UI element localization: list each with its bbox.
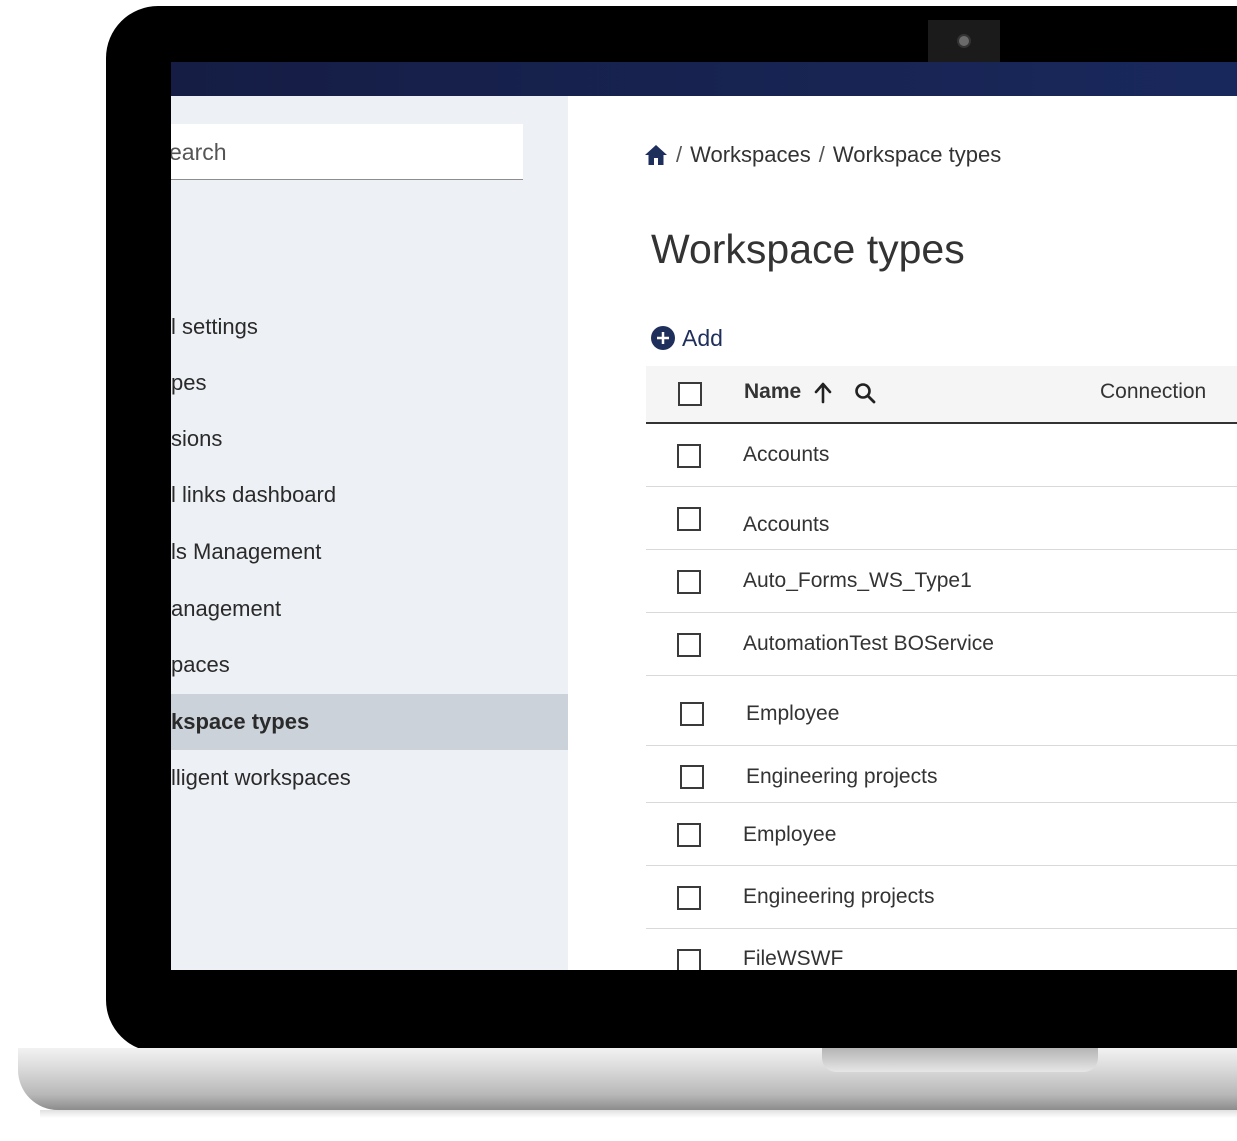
laptop-base-notch — [822, 1048, 1098, 1072]
breadcrumb-workspaces-link[interactable]: Workspaces — [690, 142, 811, 168]
row-checkbox[interactable] — [677, 949, 701, 970]
search-icon[interactable] — [854, 382, 876, 404]
select-all-checkbox[interactable] — [678, 382, 702, 406]
row-name[interactable]: Employee — [743, 823, 836, 847]
sidebar-item-general-settings[interactable]: l settings — [171, 299, 568, 355]
webcam — [928, 20, 1000, 62]
row-checkbox[interactable] — [680, 702, 704, 726]
table-row[interactable]: Accounts — [646, 487, 1237, 550]
table-row[interactable]: FileWSWF — [646, 929, 1237, 970]
sidebar-item-management-1[interactable]: ls Management — [171, 524, 568, 580]
workspace-types-table: Name Connection Accounts Accounts Auto_F… — [646, 366, 1237, 970]
sidebar-item-types[interactable]: pes — [171, 355, 568, 411]
row-name[interactable]: Auto_Forms_WS_Type1 — [743, 569, 972, 593]
table-row[interactable]: AutomationTest BOService — [646, 613, 1237, 676]
table-row[interactable]: Employee — [646, 803, 1237, 866]
sidebar-search[interactable] — [171, 124, 523, 180]
sidebar-search-input[interactable] — [171, 124, 511, 180]
row-name[interactable]: FileWSWF — [743, 947, 843, 970]
sidebar-item-sessions[interactable]: sions — [171, 411, 568, 467]
row-name[interactable]: Engineering projects — [743, 885, 934, 909]
app-screen: l settings pes sions l links dashboard l… — [171, 62, 1237, 970]
main-content: / Workspaces / Workspace types Workspace… — [568, 96, 1237, 970]
row-checkbox[interactable] — [677, 633, 701, 657]
sidebar-item-intelligent-workspaces[interactable]: lligent workspaces — [171, 750, 568, 806]
sidebar-item-workspaces[interactable]: paces — [171, 637, 568, 693]
sidebar-item-workspace-types[interactable]: kspace types — [171, 694, 568, 750]
table-row[interactable]: Engineering projects — [646, 866, 1237, 929]
add-circle-icon — [651, 326, 675, 350]
breadcrumb-current: Workspace types — [832, 142, 1002, 167]
row-checkbox[interactable] — [677, 507, 701, 531]
top-header-bar — [171, 62, 1237, 96]
sidebar-item-management-2[interactable]: anagement — [171, 581, 568, 637]
table-row[interactable]: Engineering projects — [646, 746, 1237, 803]
row-checkbox[interactable] — [680, 765, 704, 789]
column-header-connection[interactable]: Connection — [1100, 380, 1206, 404]
sidebar: l settings pes sions l links dashboard l… — [171, 96, 568, 970]
sidebar-item-links-dashboard[interactable]: l links dashboard — [171, 467, 568, 523]
table-row[interactable]: Employee — [646, 676, 1237, 746]
breadcrumb: / Workspaces / Workspace types — [644, 140, 1001, 170]
breadcrumb-separator: / — [818, 142, 825, 167]
row-name[interactable]: Engineering projects — [746, 765, 937, 789]
row-name[interactable]: Accounts — [743, 443, 829, 467]
row-checkbox[interactable] — [677, 570, 701, 594]
column-header-name[interactable]: Name — [744, 380, 801, 404]
sort-ascending-icon[interactable] — [813, 382, 833, 404]
page-title: Workspace types — [651, 226, 965, 272]
breadcrumb-separator: / — [676, 142, 683, 167]
add-button[interactable]: Add — [650, 322, 723, 354]
laptop-shadow — [40, 1110, 1237, 1118]
add-button-label: Add — [682, 324, 723, 351]
row-checkbox[interactable] — [677, 444, 701, 468]
table-row[interactable]: Accounts — [646, 424, 1237, 487]
row-checkbox[interactable] — [677, 886, 701, 910]
row-name[interactable]: Employee — [746, 702, 839, 726]
row-name[interactable]: AutomationTest BOService — [743, 632, 994, 656]
home-icon[interactable] — [644, 143, 668, 167]
table-header: Name Connection — [646, 366, 1237, 424]
table-row[interactable]: Auto_Forms_WS_Type1 — [646, 550, 1237, 613]
row-name[interactable]: Accounts — [743, 513, 829, 537]
webcam-lens — [957, 34, 971, 48]
row-checkbox[interactable] — [677, 823, 701, 847]
